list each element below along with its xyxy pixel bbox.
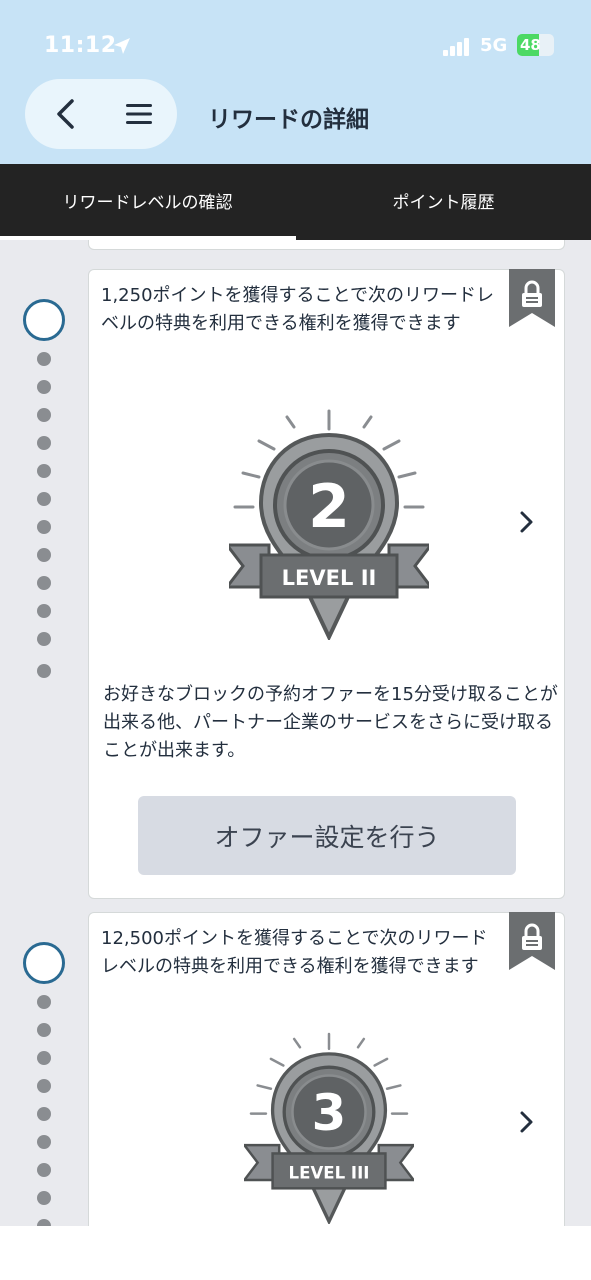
offer-settings-button[interactable]: オファー設定を行う [138,796,516,875]
timeline-dot [37,664,51,678]
timeline-dot [37,1079,51,1093]
level-badge-label: LEVEL III [289,1163,370,1182]
timeline-node [23,299,65,341]
menu-icon[interactable] [121,96,157,132]
timeline-dot [37,576,51,590]
chevron-right-icon[interactable] [517,508,537,536]
timeline-dot [37,520,51,534]
timeline-dot [37,408,51,422]
timeline-dot [37,1219,51,1226]
timeline-dot [37,352,51,366]
level-badge: 3 LEVEL III [244,1032,414,1224]
timeline-dot [37,1163,51,1177]
timeline-dot [37,1135,51,1149]
timeline-dot [37,548,51,562]
tab-reward-levels[interactable]: リワードレベルの確認 [0,164,295,240]
level-badge-number: 3 [312,1084,347,1142]
timeline-dot [37,436,51,450]
reward-level-card[interactable]: 12,500ポイントを獲得することで次のリワードレベルの特典を利用できる権利を獲… [88,912,565,1226]
timeline-dot [37,632,51,646]
timeline-dot [37,1023,51,1037]
timeline-dot [37,464,51,478]
level-benefit: お好きなブロックの予約オファーを15分受け取ることが出来る他、パートナー企業のサ… [103,684,558,761]
page-title: リワードの詳細 [208,107,369,133]
battery-indicator: 48 [517,34,557,56]
level-requirement: 1,250ポイントを獲得することで次のリワードレベルの特典を利用できる権利を獲得… [101,285,494,334]
timeline-dot [37,604,51,618]
battery-level: 48 [520,36,541,54]
timeline-dot [37,492,51,506]
network-label: 5G [480,35,508,56]
lock-icon [509,912,555,970]
timeline-dot [37,1191,51,1205]
level-badge: 2 LEVEL II [229,409,429,640]
status-time: 11:12 [44,33,117,58]
level-badge-label: LEVEL II [282,566,377,590]
header: 11:12 5G 48 リワードの詳細 [0,0,591,164]
previous-card [88,240,565,250]
tab-bar: リワードレベルの確認 ポイント履歴 [0,164,591,240]
timeline-dot [37,1107,51,1121]
timeline-dot [37,380,51,394]
chevron-right-icon[interactable] [517,1108,537,1136]
reward-level-card[interactable]: 1,250ポイントを獲得することで次のリワードレベルの特典を利用できる権利を獲得… [88,269,565,899]
reward-levels-list[interactable]: 1,250ポイントを獲得することで次のリワードレベルの特典を利用できる権利を獲得… [0,240,591,1226]
timeline-dot [37,1051,51,1065]
location-arrow-icon [114,38,130,54]
timeline-node [23,942,65,984]
level-badge-number: 2 [308,472,350,542]
bottom-area [0,1226,591,1280]
tab-point-history[interactable]: ポイント履歴 [296,164,591,240]
back-icon[interactable] [45,93,87,135]
cellular-signal-icon [443,38,469,56]
level-requirement: 12,500ポイントを獲得することで次のリワードレベルの特典を利用できる権利を獲… [101,928,488,977]
nav-pill [25,79,177,149]
lock-icon [509,269,555,327]
timeline-dot [37,995,51,1009]
